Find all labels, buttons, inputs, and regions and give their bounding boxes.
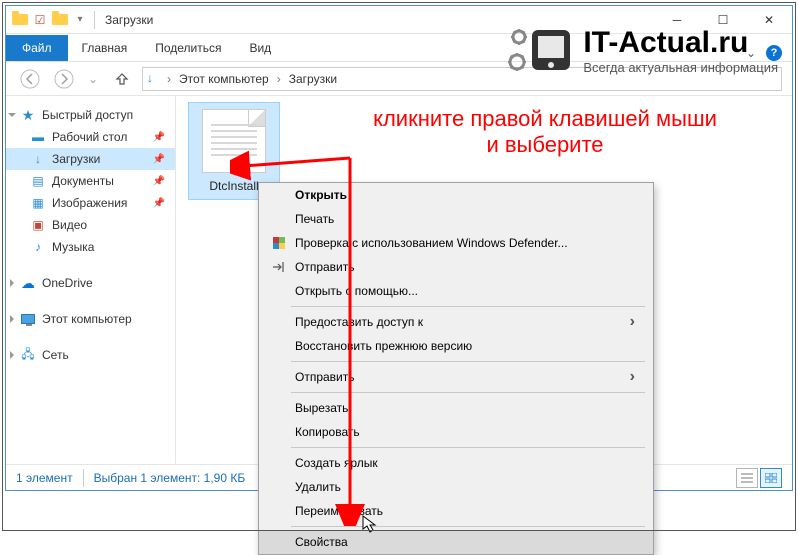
label: Быстрый доступ	[42, 108, 133, 122]
sidebar-thispc[interactable]: Этот компьютер	[6, 308, 175, 330]
documents-icon: ▤	[30, 173, 46, 189]
pin-icon: 📌	[153, 176, 165, 187]
sidebar-item-desktop[interactable]: ▬ Рабочий стол 📌	[6, 126, 175, 148]
pin-icon: 📌	[153, 198, 165, 209]
crumb-downloads[interactable]: Загрузки	[285, 72, 341, 86]
ctx-properties[interactable]: Свойства	[259, 530, 653, 554]
submenu-arrow-icon	[630, 313, 635, 331]
ctx-defender[interactable]: Проверка с использованием Windows Defend…	[259, 231, 653, 255]
label: Документы	[52, 174, 114, 188]
ctx-sendto[interactable]: Отправить	[259, 365, 653, 389]
tab-home[interactable]: Главная	[68, 35, 142, 61]
shield-icon	[267, 235, 291, 251]
ctx-share-short[interactable]: Отправить	[259, 255, 653, 279]
watermark-title: IT-Actual.ru	[583, 26, 778, 60]
label: Музыка	[52, 240, 94, 254]
label: Рабочий стол	[52, 130, 127, 144]
watermark-icon	[505, 24, 573, 76]
tab-share[interactable]: Поделиться	[141, 35, 235, 61]
network-icon: 🖧	[20, 347, 36, 363]
pin-icon: 📌	[153, 154, 165, 165]
cloud-icon: ☁	[20, 275, 36, 291]
music-icon: ♪	[30, 239, 46, 255]
ctx-copy[interactable]: Копировать	[259, 420, 653, 444]
monitor-icon	[20, 311, 36, 327]
ctx-restore[interactable]: Восстановить прежнюю версию	[259, 334, 653, 358]
sidebar-quick-access[interactable]: ★ Быстрый доступ	[6, 104, 175, 126]
status-selected: Выбран 1 элемент: 1,90 КБ	[94, 471, 246, 485]
label: Изображения	[52, 196, 127, 210]
videos-icon: ▣	[30, 217, 46, 233]
down-arrow-icon: ↓	[147, 71, 163, 87]
context-menu: Открыть Печать Проверка с использованием…	[258, 182, 654, 555]
ctx-print[interactable]: Печать	[259, 207, 653, 231]
ctx-open[interactable]: Открыть	[259, 183, 653, 207]
view-icons-button[interactable]	[760, 468, 782, 488]
pictures-icon: ▦	[30, 195, 46, 211]
sidebar-item-documents[interactable]: ▤ Документы 📌	[6, 170, 175, 192]
annotation-text: кликните правой клавишей мыши и выберите	[295, 106, 795, 159]
label: OneDrive	[42, 276, 93, 290]
sidebar-onedrive[interactable]: ☁ OneDrive	[6, 272, 175, 294]
navigation-pane: ★ Быстрый доступ ▬ Рабочий стол 📌 ↓ Загр…	[6, 96, 176, 464]
share-icon	[267, 259, 291, 275]
download-icon: ↓	[30, 151, 46, 167]
label: Этот компьютер	[42, 312, 132, 326]
ctx-openwith[interactable]: Открыть с помощью...	[259, 279, 653, 303]
nav-recent-button[interactable]: ⌄	[84, 65, 102, 93]
status-count: 1 элемент	[16, 471, 73, 485]
sidebar-item-videos[interactable]: ▣ Видео	[6, 214, 175, 236]
ctx-grant-access[interactable]: Предоставить доступ к	[259, 310, 653, 334]
sidebar-item-downloads[interactable]: ↓ Загрузки 📌	[6, 148, 175, 170]
sidebar-item-pictures[interactable]: ▦ Изображения 📌	[6, 192, 175, 214]
label: Загрузки	[52, 152, 100, 166]
ctx-rename[interactable]: Переименовать	[259, 499, 653, 523]
label: Сеть	[42, 348, 69, 362]
star-icon: ★	[20, 107, 36, 123]
ctx-shortcut[interactable]: Создать ярлык	[259, 451, 653, 475]
watermark-subtitle: Всегда актуальная информация	[583, 60, 778, 75]
watermark: IT-Actual.ru Всегда актуальная информаци…	[505, 24, 778, 76]
crumb-thispc[interactable]: Этот компьютер	[175, 72, 273, 86]
folder-icon	[12, 12, 28, 28]
ctx-cut[interactable]: Вырезать	[259, 396, 653, 420]
nav-forward-button[interactable]	[50, 65, 78, 93]
ctx-delete[interactable]: Удалить	[259, 475, 653, 499]
qat-dropdown-icon[interactable]: ▾	[72, 12, 88, 28]
tab-view[interactable]: Вид	[235, 35, 285, 61]
view-details-button[interactable]	[736, 468, 758, 488]
qat-newfolder-icon[interactable]	[52, 12, 68, 28]
sidebar-item-music[interactable]: ♪ Музыка	[6, 236, 175, 258]
cursor-icon	[362, 515, 380, 533]
pin-icon: 📌	[153, 132, 165, 143]
window-title: Загрузки	[105, 13, 153, 27]
submenu-arrow-icon	[630, 368, 635, 386]
desktop-icon: ▬	[30, 129, 46, 145]
label: Видео	[52, 218, 87, 232]
text-file-icon	[202, 109, 266, 173]
nav-up-button[interactable]	[108, 65, 136, 93]
nav-back-button[interactable]	[16, 65, 44, 93]
qat-properties-icon[interactable]: ☑	[32, 12, 48, 28]
tab-file[interactable]: Файл	[6, 35, 68, 61]
sidebar-network[interactable]: 🖧 Сеть	[6, 344, 175, 366]
